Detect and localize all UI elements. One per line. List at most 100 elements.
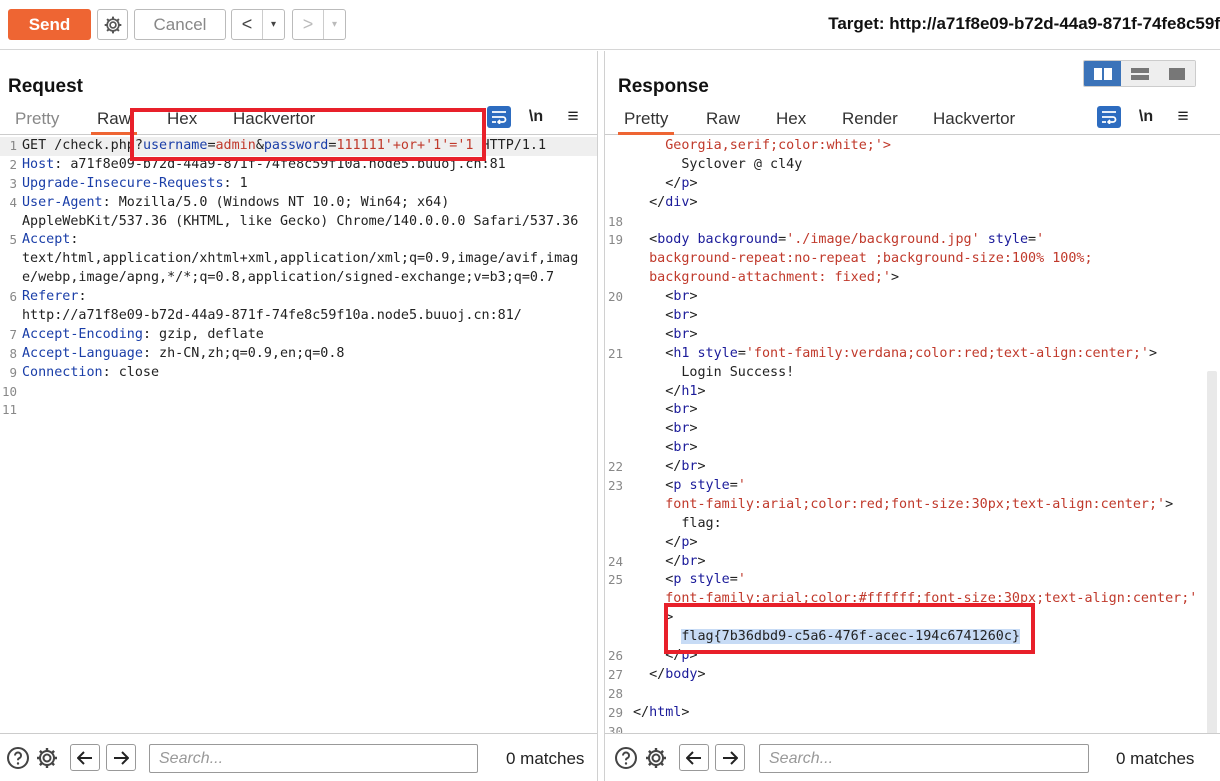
code-token: = (729, 478, 738, 494)
code-line[interactable]: font-family:arial;color:red;font-size:30… (605, 496, 1220, 515)
search-settings-button[interactable] (642, 744, 669, 771)
line-number: 5 (9, 232, 17, 248)
layout-side-by-side-button[interactable] (1084, 61, 1121, 86)
request-tab-hackvertor[interactable]: Hackvertor (233, 109, 315, 129)
response-tabs: Pretty Raw Hex Render Hackvertor (605, 107, 1220, 135)
code-line[interactable]: 28 (605, 685, 1220, 704)
line-content: <h1 style='font-family:verdana;color:red… (633, 345, 1157, 364)
code-line[interactable]: 24 </br> (605, 553, 1220, 572)
code-token: AppleWebKit/537.36 (KHTML, like Gecko) C… (22, 213, 579, 229)
code-token: br (681, 459, 698, 475)
response-tab-raw[interactable]: Raw (706, 109, 740, 129)
code-line[interactable]: 23 <p style=' (605, 477, 1220, 496)
code-line[interactable]: > (605, 609, 1220, 628)
layout-stacked-button[interactable] (1121, 61, 1158, 86)
code-line[interactable]: 9 Connection: close (0, 364, 597, 383)
word-wrap-button[interactable] (487, 106, 511, 128)
code-line[interactable]: http://a71f8e09-b72d-44a9-871f-74fe8c59f… (0, 307, 597, 326)
code-line[interactable]: 6 Referer: (0, 288, 597, 307)
settings-button[interactable] (97, 9, 128, 40)
cancel-button[interactable]: Cancel (134, 9, 226, 40)
request-editor[interactable]: 1 GET /check.php?username=admin&password=… (0, 137, 597, 735)
code-line[interactable]: <br> (605, 439, 1220, 458)
request-tab-raw[interactable]: Raw (90, 109, 138, 135)
response-tab-hackvertor[interactable]: Hackvertor (933, 109, 1015, 129)
code-line[interactable]: Syclover @ cl4y (605, 156, 1220, 175)
code-line[interactable]: 4 User-Agent: Mozilla/5.0 (Windows NT 10.… (0, 194, 597, 213)
code-line[interactable]: 26 </p> (605, 647, 1220, 666)
request-tab-pretty[interactable]: Pretty (15, 109, 59, 129)
code-line[interactable]: 10 (0, 383, 597, 402)
request-menu-button[interactable]: ≡ (561, 106, 585, 128)
help-button[interactable] (4, 744, 31, 771)
code-line[interactable]: 8 Accept-Language: zh-CN,zh;q=0.9,en;q=0.… (0, 345, 597, 364)
line-number: 9 (9, 364, 17, 380)
code-line[interactable]: 27 </body> (605, 666, 1220, 685)
code-line[interactable]: 29 </html> (605, 704, 1220, 723)
help-button[interactable] (612, 744, 639, 771)
code-token: > (689, 289, 698, 305)
code-line[interactable]: background-attachment: fixed;'> (605, 269, 1220, 288)
forward-button[interactable]: > (293, 10, 323, 39)
code-line[interactable]: background-repeat:no-repeat ;background-… (605, 250, 1220, 269)
response-menu-button[interactable]: ≡ (1171, 106, 1195, 128)
code-token: : close (102, 364, 160, 380)
code-line[interactable]: text/html,application/xhtml+xml,applicat… (0, 250, 597, 269)
request-search-input[interactable] (149, 744, 478, 773)
send-button[interactable]: Send (8, 9, 91, 40)
code-line[interactable]: e/webp,image/apng,*/*;q=0.8,application/… (0, 269, 597, 288)
back-history-dropdown[interactable]: ▾ (262, 10, 284, 39)
word-wrap-button[interactable] (1097, 106, 1121, 128)
code-line[interactable]: 22 </br> (605, 458, 1220, 477)
code-line[interactable]: 11 (0, 401, 597, 420)
code-line[interactable]: </p> (605, 534, 1220, 553)
code-line[interactable]: 2 Host: a71f8e09-b72d-44a9-871f-74fe8c59f… (0, 156, 597, 175)
code-line[interactable]: <br> (605, 326, 1220, 345)
code-token: </ (633, 194, 666, 210)
code-line[interactable]: </p> (605, 175, 1220, 194)
code-line[interactable]: font-family:arial;color:#ffffff;font-siz… (605, 590, 1220, 609)
target-url[interactable]: Target: http://a71f8e09-b72d-44a9-871f-7… (828, 14, 1220, 34)
code-line[interactable]: 21 <h1 style='font-family:verdana;color:… (605, 345, 1220, 364)
code-line[interactable]: 20 <br> (605, 288, 1220, 307)
forward-history-dropdown[interactable]: ▾ (323, 10, 345, 39)
back-button[interactable]: < (232, 10, 262, 39)
code-token: ' (737, 478, 746, 494)
search-next-button[interactable] (106, 744, 136, 771)
code-line[interactable]: flag{7b36dbd9-c5a6-476f-acec-194c6741260… (605, 628, 1220, 647)
code-line[interactable]: <br> (605, 420, 1220, 439)
code-line[interactable]: 3 Upgrade-Insecure-Requests: 1 (0, 175, 597, 194)
code-line[interactable]: AppleWebKit/537.36 (KHTML, like Gecko) C… (0, 213, 597, 232)
search-next-button[interactable] (715, 744, 745, 771)
code-token: > (697, 383, 706, 399)
line-content: Accept: (22, 231, 78, 250)
layout-tabs-button[interactable] (1158, 61, 1195, 86)
response-search-input[interactable] (759, 744, 1089, 773)
code-line[interactable]: </h1> (605, 383, 1220, 402)
request-tab-hex[interactable]: Hex (167, 109, 197, 129)
show-newlines-button[interactable]: \n (524, 106, 548, 128)
code-line[interactable]: 1 GET /check.php?username=admin&password=… (0, 137, 597, 156)
search-previous-button[interactable] (70, 744, 100, 771)
code-line[interactable]: flag: (605, 515, 1220, 534)
response-tab-hex[interactable]: Hex (776, 109, 806, 129)
response-scrollbar[interactable] (1207, 371, 1217, 735)
code-line[interactable]: <br> (605, 307, 1220, 326)
code-line[interactable]: <br> (605, 401, 1220, 420)
code-token: > (689, 421, 698, 437)
response-tab-pretty[interactable]: Pretty (617, 109, 675, 135)
code-line[interactable]: 18 (605, 213, 1220, 232)
response-editor[interactable]: Georgia,serif;color:white;'> Syclover @ … (605, 137, 1220, 735)
show-newlines-button[interactable]: \n (1134, 106, 1158, 128)
search-settings-button[interactable] (33, 744, 60, 771)
search-previous-button[interactable] (679, 744, 709, 771)
code-line[interactable]: 25 <p style=' (605, 571, 1220, 590)
code-line[interactable]: 5 Accept: (0, 231, 597, 250)
code-line[interactable]: 7 Accept-Encoding: gzip, deflate (0, 326, 597, 345)
code-line[interactable]: Login Success! (605, 364, 1220, 383)
response-tab-render[interactable]: Render (842, 109, 898, 129)
line-number: 3 (9, 175, 17, 191)
code-line[interactable]: 19 <body background='./image/background.… (605, 231, 1220, 250)
code-line[interactable]: Georgia,serif;color:white;'> (605, 137, 1220, 156)
code-line[interactable]: </div> (605, 194, 1220, 213)
